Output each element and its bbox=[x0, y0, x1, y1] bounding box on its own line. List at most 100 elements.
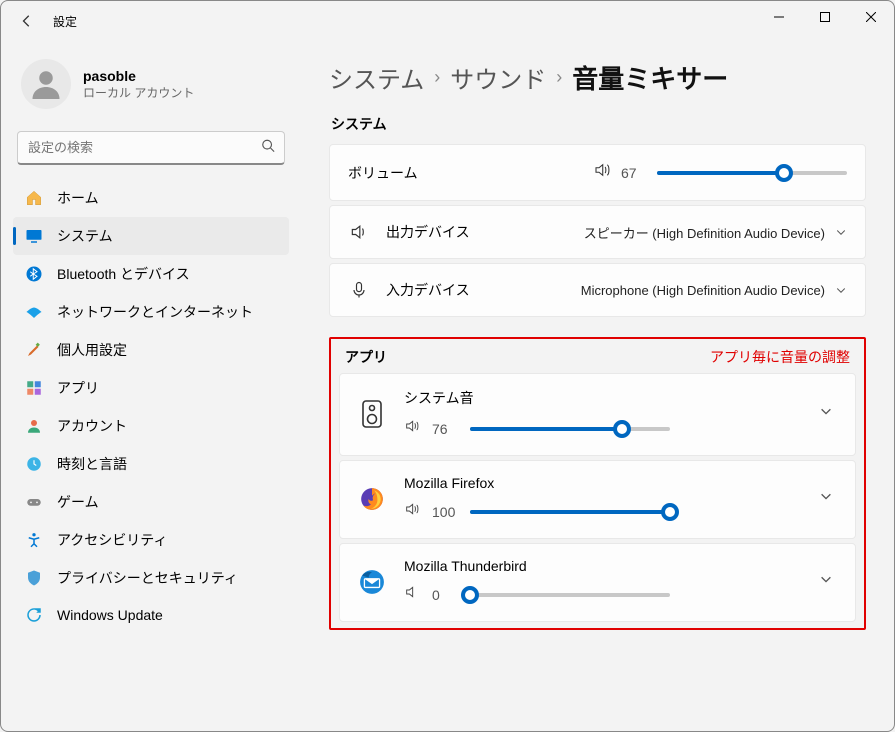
app-card-firefox: Mozilla Firefox 100 bbox=[339, 460, 856, 539]
speaker-icon[interactable] bbox=[404, 501, 420, 522]
input-device-dropdown[interactable]: Microphone (High Definition Audio Device… bbox=[581, 283, 847, 298]
sidebar-item-bluetooth[interactable]: Bluetooth とデバイス bbox=[13, 255, 289, 293]
sidebar-item-gaming[interactable]: ゲーム bbox=[13, 483, 289, 521]
sidebar-item-label: Bluetooth とデバイス bbox=[57, 264, 190, 284]
back-button[interactable] bbox=[9, 3, 45, 39]
app-name: システム音 bbox=[404, 388, 797, 408]
annotation-text: アプリ毎に音量の調整 bbox=[710, 347, 850, 367]
speaker-icon[interactable] bbox=[404, 418, 420, 439]
breadcrumb: システム › サウンド › 音量ミキサー bbox=[329, 59, 866, 96]
app-volume-value: 76 bbox=[432, 421, 458, 437]
sidebar-item-label: アプリ bbox=[57, 378, 99, 398]
search-input[interactable] bbox=[17, 131, 285, 165]
sidebar-item-privacy[interactable]: プライバシーとセキュリティ bbox=[13, 559, 289, 597]
sidebar-item-label: システム bbox=[57, 226, 113, 246]
sidebar-item-network[interactable]: ネットワークとインターネット bbox=[13, 293, 289, 331]
user-block[interactable]: pasoble ローカル アカウント bbox=[13, 49, 289, 127]
expand-button[interactable] bbox=[815, 400, 837, 427]
update-icon bbox=[25, 606, 43, 624]
search-box bbox=[17, 131, 285, 165]
sidebar-item-label: 時刻と言語 bbox=[57, 454, 127, 474]
chevron-right-icon: › bbox=[556, 67, 562, 88]
system-icon bbox=[25, 227, 43, 245]
app-volume-value: 100 bbox=[432, 504, 458, 520]
app-name: Mozilla Thunderbird bbox=[404, 558, 797, 574]
input-device-label: 入力デバイス bbox=[386, 280, 470, 300]
avatar bbox=[21, 59, 71, 109]
expand-button[interactable] bbox=[815, 485, 837, 512]
close-button[interactable] bbox=[848, 1, 894, 33]
sidebar-item-accounts[interactable]: アカウント bbox=[13, 407, 289, 445]
home-icon bbox=[25, 189, 43, 207]
breadcrumb-sound[interactable]: サウンド bbox=[450, 60, 546, 95]
output-device-label: 出力デバイス bbox=[386, 222, 470, 242]
main-content: システム › サウンド › 音量ミキサー システム ボリューム 67 bbox=[301, 41, 894, 731]
app-volume-slider[interactable] bbox=[470, 419, 670, 439]
sidebar-item-label: Windows Update bbox=[57, 607, 163, 623]
bluetooth-icon bbox=[25, 265, 43, 283]
app-volume-slider[interactable] bbox=[470, 585, 670, 605]
volume-slider[interactable] bbox=[657, 163, 847, 183]
accessibility-icon bbox=[25, 531, 43, 549]
breadcrumb-system[interactable]: システム bbox=[329, 60, 424, 95]
sidebar-item-label: ネットワークとインターネット bbox=[57, 302, 253, 322]
window-title: 設定 bbox=[53, 13, 77, 30]
brush-icon bbox=[25, 341, 43, 359]
apps-icon bbox=[25, 379, 43, 397]
sidebar-item-personalization[interactable]: 個人用設定 bbox=[13, 331, 289, 369]
app-section: アプリ アプリ毎に音量の調整 システム音 76 bbox=[329, 337, 866, 630]
volume-value: 67 bbox=[621, 165, 647, 181]
speaker-icon bbox=[348, 222, 370, 242]
sidebar-item-system[interactable]: システム bbox=[13, 217, 289, 255]
sidebar-item-time[interactable]: 時刻と言語 bbox=[13, 445, 289, 483]
speaker-icon[interactable] bbox=[593, 161, 611, 184]
chevron-down-icon bbox=[835, 226, 847, 238]
output-device-dropdown[interactable]: スピーカー (High Definition Audio Device) bbox=[584, 223, 847, 242]
user-account-type: ローカル アカウント bbox=[83, 84, 194, 101]
output-device-value: スピーカー (High Definition Audio Device) bbox=[584, 223, 825, 242]
expand-button[interactable] bbox=[815, 568, 837, 595]
volume-card: ボリューム 67 bbox=[329, 144, 866, 201]
chevron-down-icon bbox=[835, 284, 847, 296]
app-card-thunderbird: Mozilla Thunderbird 0 bbox=[339, 543, 856, 622]
breadcrumb-current: 音量ミキサー bbox=[572, 59, 728, 96]
gaming-icon bbox=[25, 493, 43, 511]
nav-list: ホーム システム Bluetooth とデバイス ネットワークとインターネット … bbox=[13, 179, 289, 633]
app-name: Mozilla Firefox bbox=[404, 475, 797, 491]
shield-icon bbox=[25, 569, 43, 587]
sidebar-item-apps[interactable]: アプリ bbox=[13, 369, 289, 407]
firefox-icon bbox=[358, 485, 386, 513]
input-device-card[interactable]: 入力デバイス Microphone (High Definition Audio… bbox=[329, 263, 866, 317]
microphone-icon bbox=[348, 280, 370, 300]
sidebar-item-accessibility[interactable]: アクセシビリティ bbox=[13, 521, 289, 559]
maximize-button[interactable] bbox=[802, 1, 848, 33]
sidebar-item-home[interactable]: ホーム bbox=[13, 179, 289, 217]
titlebar: 設定 bbox=[1, 1, 894, 41]
thunderbird-icon bbox=[358, 568, 386, 596]
minimize-button[interactable] bbox=[756, 1, 802, 33]
chevron-right-icon: › bbox=[434, 67, 440, 88]
sidebar-item-label: アクセシビリティ bbox=[57, 530, 167, 550]
sidebar-item-label: アカウント bbox=[57, 416, 127, 436]
app-card-system-sounds: システム音 76 bbox=[339, 373, 856, 456]
output-device-card[interactable]: 出力デバイス スピーカー (High Definition Audio Devi… bbox=[329, 205, 866, 259]
sidebar-item-label: プライバシーとセキュリティ bbox=[57, 568, 238, 588]
sidebar-item-label: 個人用設定 bbox=[57, 340, 127, 360]
volume-label: ボリューム bbox=[348, 163, 418, 183]
system-section-title: システム bbox=[331, 114, 866, 134]
search-icon bbox=[261, 139, 275, 158]
network-icon bbox=[25, 303, 43, 321]
sidebar-item-label: ホーム bbox=[57, 188, 99, 208]
sidebar-item-label: ゲーム bbox=[57, 492, 99, 512]
app-volume-value: 0 bbox=[432, 587, 458, 603]
speaker-muted-icon[interactable] bbox=[404, 584, 420, 605]
account-icon bbox=[25, 417, 43, 435]
clock-icon bbox=[25, 455, 43, 473]
system-sounds-icon bbox=[358, 400, 386, 428]
sidebar: pasoble ローカル アカウント ホーム システム Bluetooth とデ… bbox=[1, 41, 301, 731]
app-volume-slider[interactable] bbox=[470, 502, 670, 522]
sidebar-item-update[interactable]: Windows Update bbox=[13, 597, 289, 633]
app-section-title: アプリ bbox=[345, 347, 387, 367]
user-name: pasoble bbox=[83, 68, 194, 84]
input-device-value: Microphone (High Definition Audio Device… bbox=[581, 283, 825, 298]
